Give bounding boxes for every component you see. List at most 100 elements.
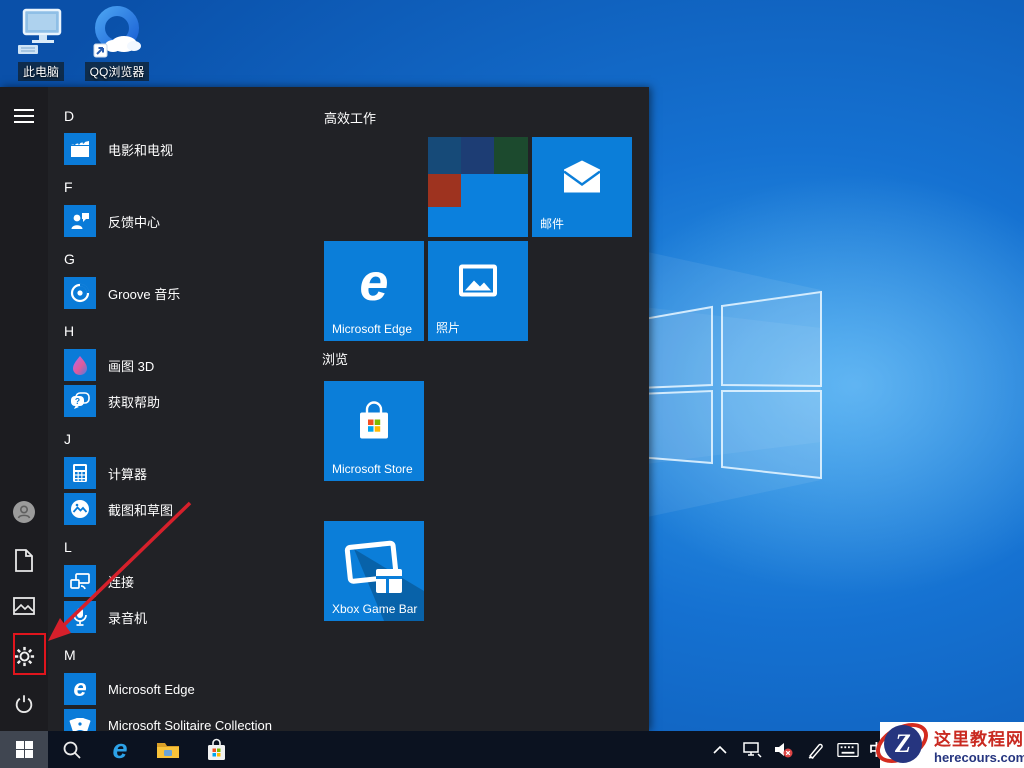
start-button[interactable] xyxy=(0,731,48,768)
tile-photos[interactable]: 照片 xyxy=(428,241,528,341)
app-item-label: 电影和电视 xyxy=(108,140,173,159)
start-menu: D 电影和电视 F 反馈中心 G Groove 音乐 xyxy=(0,87,649,731)
user-avatar-icon xyxy=(12,500,36,524)
tile-label: 照片 xyxy=(436,319,460,336)
live-tile-mosaic[interactable] xyxy=(428,137,528,237)
tray-chevron-button[interactable] xyxy=(709,731,731,768)
taskbar-edge-button[interactable]: e xyxy=(96,731,144,768)
pen-icon xyxy=(807,741,825,759)
expand-menu-button[interactable] xyxy=(0,96,48,136)
section-letter[interactable]: H xyxy=(64,319,304,343)
mosaic-square-3 xyxy=(494,137,528,174)
settings-gear-icon xyxy=(13,645,36,668)
microsoft-edge-icon: e xyxy=(64,673,96,705)
desktop: 此电脑 QQ浏览器 xyxy=(0,0,1024,768)
desktop-icon-label: 此电脑 xyxy=(18,62,64,81)
movies-tv-icon xyxy=(64,133,96,165)
get-help-icon: ? xyxy=(64,385,96,417)
voice-recorder-icon xyxy=(64,601,96,633)
section-letter[interactable]: L xyxy=(64,535,304,559)
taskbar-file-explorer-button[interactable] xyxy=(144,731,192,768)
app-item-label: 画图 3D xyxy=(108,356,154,375)
documents-button[interactable] xyxy=(0,540,48,580)
app-item-label: Microsoft Edge xyxy=(108,682,195,697)
section-letter[interactable]: M xyxy=(64,643,304,667)
app-item-paint-3d[interactable]: 画图 3D xyxy=(64,347,314,383)
app-item-voice-recorder[interactable]: 录音机 xyxy=(64,599,314,635)
watermark-circle: Z xyxy=(884,725,922,763)
app-item-feedback-hub[interactable]: 反馈中心 xyxy=(64,203,314,239)
speaker-muted-icon xyxy=(774,741,794,759)
watermark-letter: Z xyxy=(895,731,911,757)
tile-mail[interactable]: 邮件 xyxy=(532,137,632,237)
app-item-label: 连接 xyxy=(108,572,134,591)
app-item-calculator[interactable]: 计算器 xyxy=(64,455,314,491)
power-button[interactable] xyxy=(0,684,48,724)
mosaic-square-2 xyxy=(461,137,494,174)
app-item-label: Groove 音乐 xyxy=(108,284,180,303)
desktop-icon-qq-browser[interactable]: QQ浏览器 xyxy=(78,2,156,81)
solitaire-icon xyxy=(64,709,96,731)
tile-group-header[interactable]: 高效工作 xyxy=(324,108,376,127)
app-item-snip-sketch[interactable]: 截图和草图 xyxy=(64,491,314,527)
app-item-groove-music[interactable]: Groove 音乐 xyxy=(64,275,314,311)
tray-volume-button[interactable] xyxy=(773,731,795,768)
letter-label: J xyxy=(64,431,71,447)
section-letter[interactable]: D xyxy=(64,104,304,128)
app-item-label: 录音机 xyxy=(108,608,147,627)
app-item-label: 反馈中心 xyxy=(108,212,160,231)
svg-text:?: ? xyxy=(75,396,80,406)
section-letter[interactable]: F xyxy=(64,175,304,199)
watermark-title: 这里教程网 xyxy=(934,725,1020,750)
watermark-domain: herecours.com xyxy=(934,750,1020,765)
tile-microsoft-edge[interactable]: e Microsoft Edge xyxy=(324,241,424,341)
feedback-hub-icon xyxy=(64,205,96,237)
user-account-button[interactable] xyxy=(0,492,48,532)
hamburger-icon xyxy=(13,108,35,124)
section-letter[interactable]: G xyxy=(64,247,304,271)
tray-touch-keyboard-button[interactable] xyxy=(837,731,859,768)
section-letter[interactable]: J xyxy=(64,427,304,451)
desktop-icon-this-pc[interactable]: 此电脑 xyxy=(2,8,80,81)
tile-label: Microsoft Edge xyxy=(332,322,412,336)
network-display-icon xyxy=(742,741,762,758)
calculator-icon xyxy=(64,457,96,489)
app-item-label: 截图和草图 xyxy=(108,500,173,519)
tray-network-button[interactable] xyxy=(741,731,763,768)
file-explorer-icon xyxy=(156,740,180,760)
tray-pen-button[interactable] xyxy=(805,731,827,768)
letter-label: D xyxy=(64,108,74,124)
watermark-logo: Z 这里教程网 herecours.com xyxy=(872,722,1024,768)
snip-sketch-icon xyxy=(64,493,96,525)
start-menu-tiles: 高效工作 邮件 e Microsoft Edge xyxy=(320,87,649,731)
power-icon xyxy=(13,693,35,715)
system-tray: 中 xyxy=(709,731,884,768)
qq-browser-icon xyxy=(88,2,146,60)
app-item-movies-tv[interactable]: 电影和电视 xyxy=(64,131,314,167)
microsoft-edge-icon: e xyxy=(112,736,127,763)
app-item-label: Microsoft Solitaire Collection xyxy=(108,718,272,732)
tile-xbox-game-bar[interactable]: Xbox Game Bar xyxy=(324,521,424,621)
taskbar-search-button[interactable] xyxy=(48,731,96,768)
tile-group-header[interactable]: 浏览 xyxy=(322,349,348,368)
groove-music-icon xyxy=(64,277,96,309)
letter-label: L xyxy=(64,539,72,555)
this-pc-icon xyxy=(16,8,66,60)
taskbar: e xyxy=(0,731,1024,768)
app-item-solitaire[interactable]: Microsoft Solitaire Collection xyxy=(64,707,314,731)
photos-icon xyxy=(458,264,498,303)
tile-microsoft-store[interactable]: Microsoft Store xyxy=(324,381,424,481)
connect-icon xyxy=(64,565,96,597)
app-item-get-help[interactable]: ? 获取帮助 xyxy=(64,383,314,419)
letter-label: M xyxy=(64,647,76,663)
pictures-button[interactable] xyxy=(0,587,48,627)
windows-logo-icon xyxy=(16,741,33,758)
microsoft-edge-icon: e xyxy=(360,257,389,309)
letter-label: F xyxy=(64,179,73,195)
document-icon xyxy=(14,549,34,572)
taskbar-store-button[interactable] xyxy=(192,731,240,768)
watermark-text: 这里教程网 herecours.com xyxy=(934,725,1020,765)
app-item-microsoft-edge[interactable]: e Microsoft Edge xyxy=(64,671,314,707)
settings-button[interactable] xyxy=(0,636,48,676)
app-item-connect[interactable]: 连接 xyxy=(64,563,314,599)
